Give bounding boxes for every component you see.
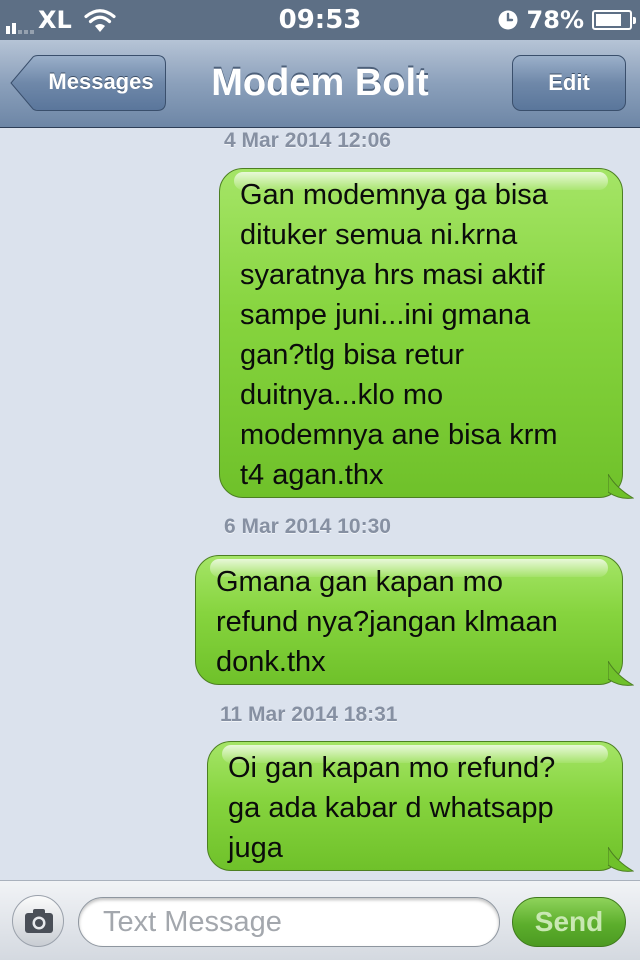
message-bubble[interactable]: Gan modemnya ga bisa dituker semua ni.kr… [219, 168, 623, 498]
alarm-clock-icon [498, 10, 518, 30]
edit-button[interactable]: Edit [512, 55, 626, 111]
message-timestamp: 4 Mar 2014 12:06 [224, 129, 391, 152]
message-bubble[interactable]: Oi gan kapan mo refund? ga ada kabar d w… [207, 741, 623, 871]
status-bar: XL 09:53 78% [0, 0, 640, 40]
bubble-tail [608, 661, 634, 686]
message-timestamp: 11 Mar 2014 18:31 [220, 703, 398, 726]
send-button[interactable]: Send [512, 897, 626, 947]
message-text: Gmana gan kapan mo refund nya?jangan klm… [216, 566, 558, 678]
message-text: Oi gan kapan mo refund? ga ada kabar d w… [228, 752, 556, 864]
nav-bar: Messages Modem Bolt Edit [0, 40, 640, 128]
message-timestamp: 6 Mar 2014 10:30 [224, 515, 391, 538]
bubble-tail [608, 474, 634, 499]
status-right: 78% [497, 6, 636, 34]
composer-bar: Send [0, 880, 640, 960]
message-input[interactable] [78, 897, 500, 947]
camera-icon [25, 909, 53, 933]
battery-icon [592, 10, 636, 30]
battery-fill [596, 14, 621, 26]
message-bubble[interactable]: Gmana gan kapan mo refund nya?jangan klm… [195, 555, 623, 685]
bubble-tail [608, 847, 634, 872]
camera-button[interactable] [12, 895, 64, 947]
message-text: Gan modemnya ga bisa dituker semua ni.kr… [240, 179, 558, 491]
battery-percent: 78% [526, 6, 584, 34]
